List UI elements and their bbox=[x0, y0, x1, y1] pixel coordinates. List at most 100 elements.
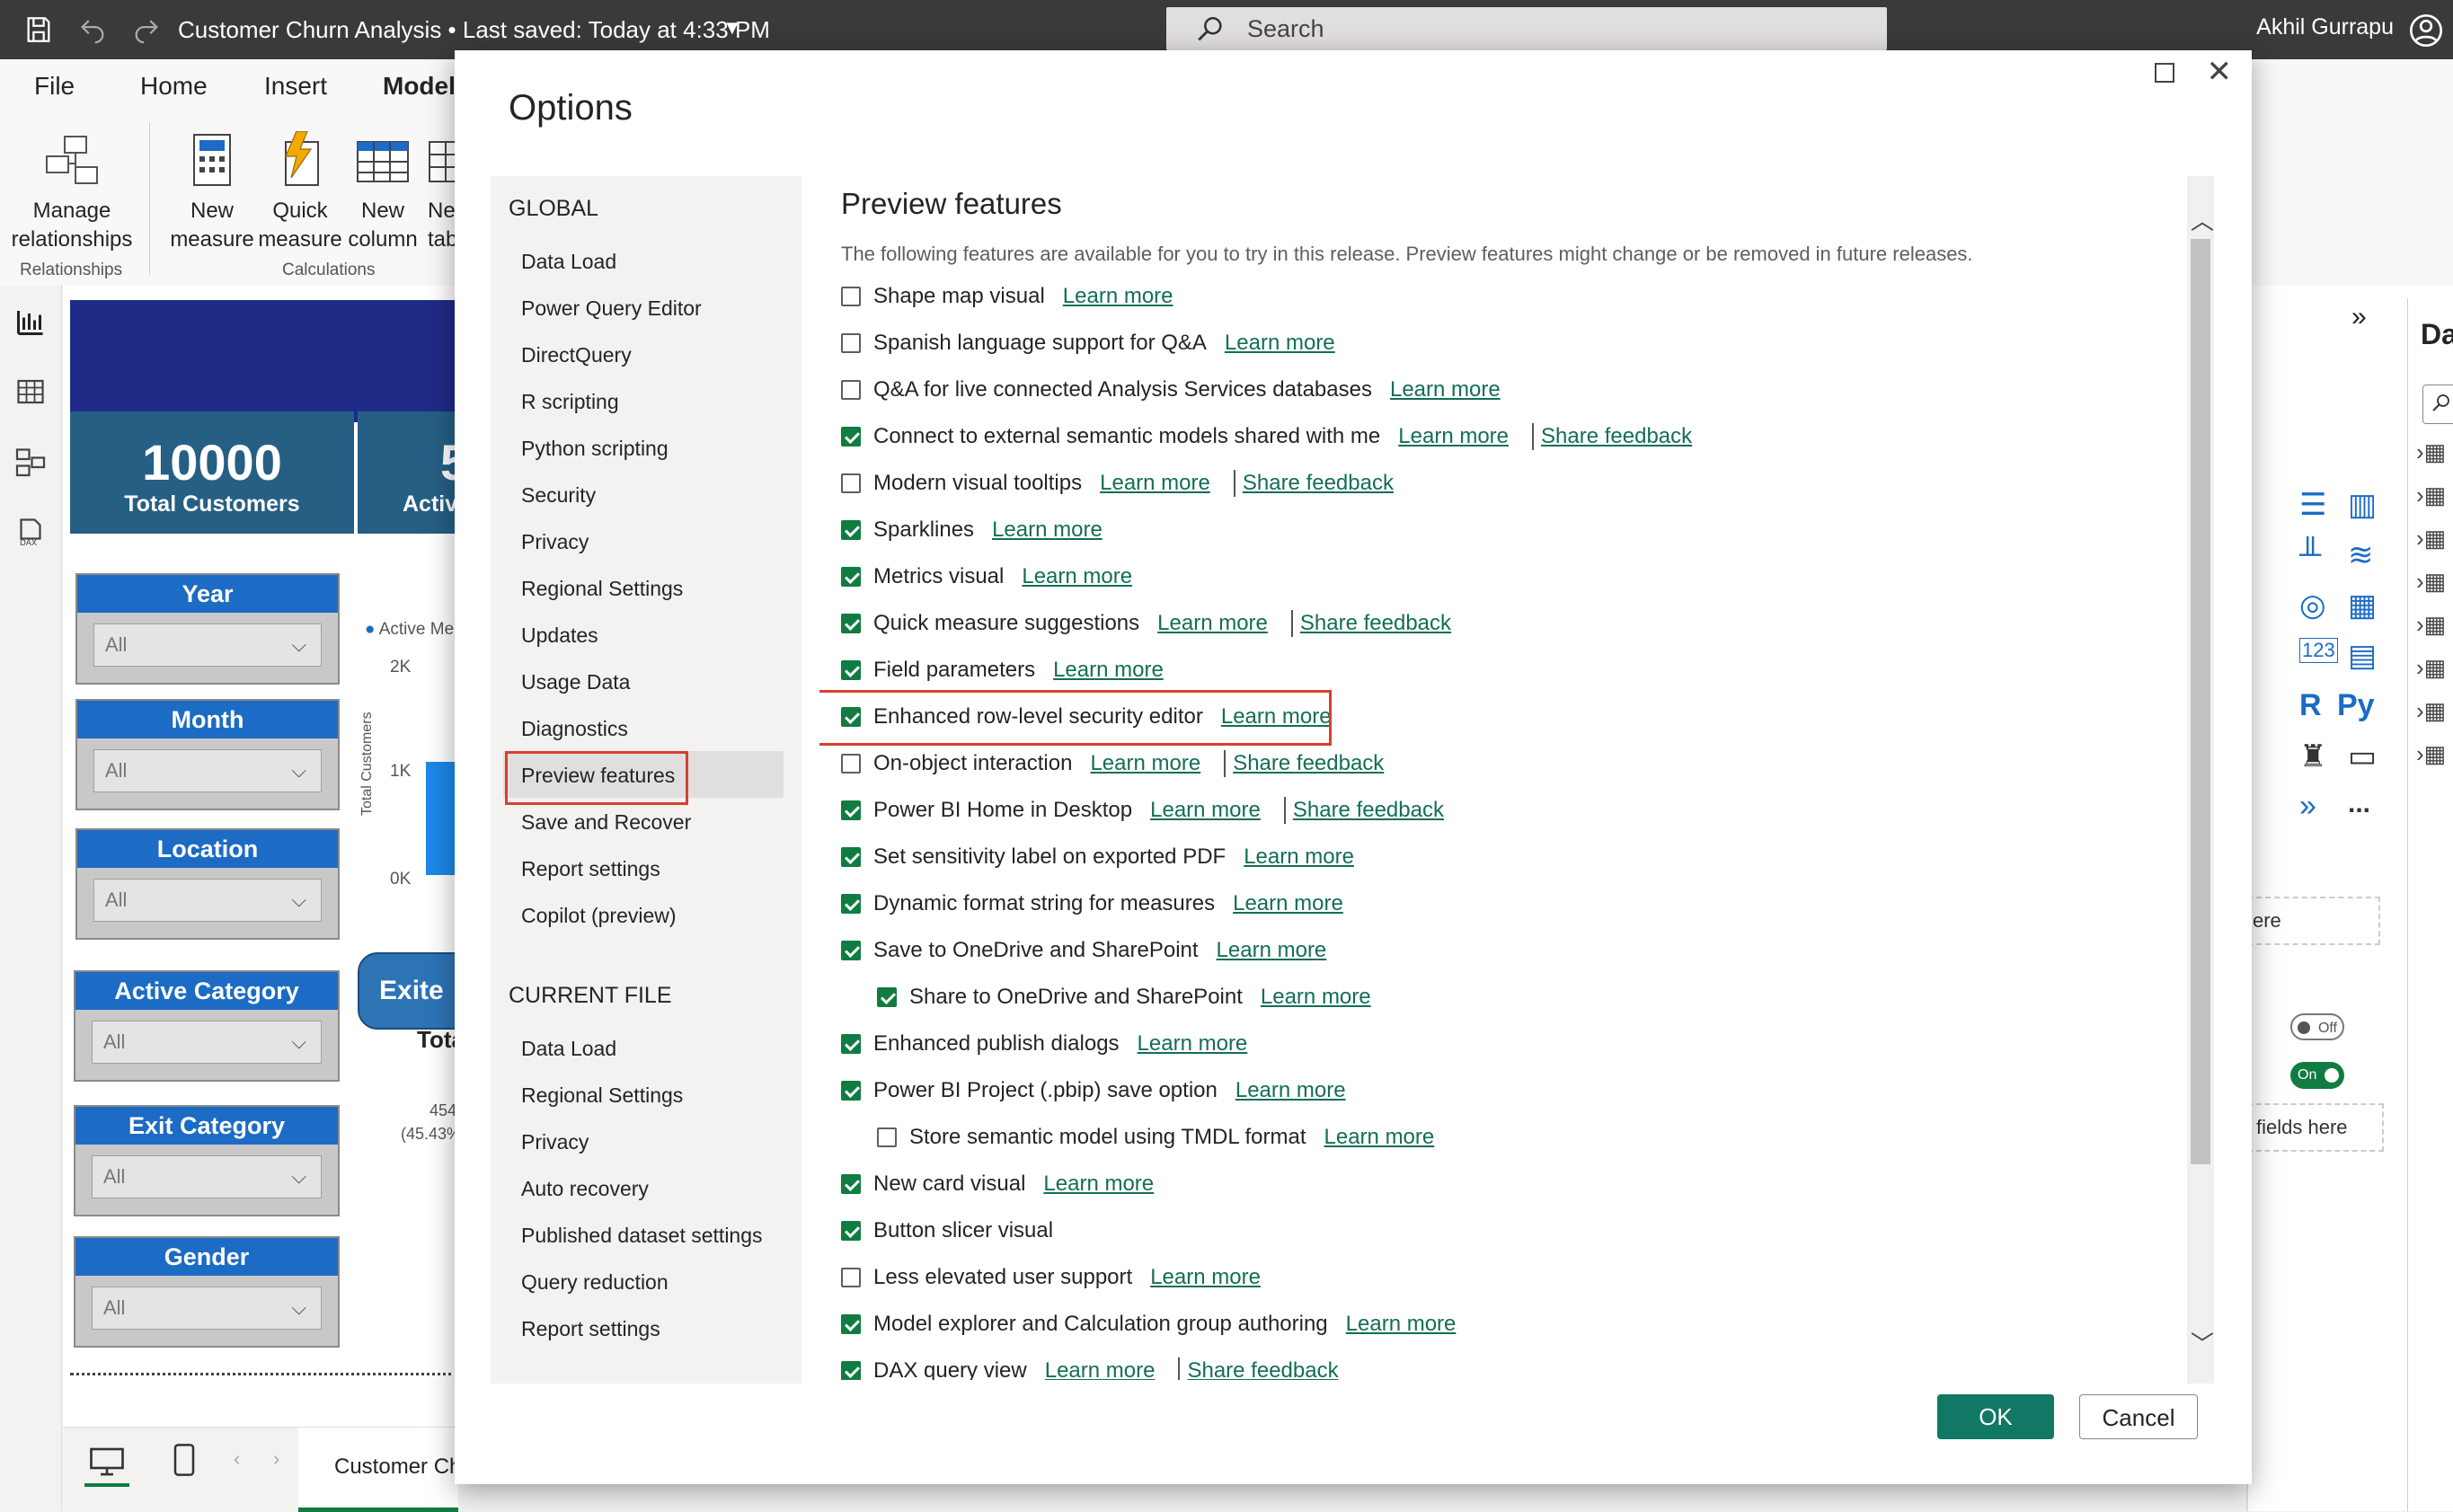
learn-more-link[interactable]: Learn more bbox=[1217, 938, 1327, 963]
nav-item-python-scripting[interactable]: Python scripting bbox=[521, 437, 669, 461]
feature-checkbox[interactable] bbox=[841, 1361, 861, 1380]
learn-more-link[interactable]: Learn more bbox=[1233, 891, 1343, 916]
learn-more-link[interactable]: Learn more bbox=[1225, 331, 1335, 356]
nav-item-power-query-editor[interactable]: Power Query Editor bbox=[521, 296, 702, 321]
scrollbar-track[interactable]: ︿ ﹀ bbox=[2187, 176, 2214, 1384]
feature-checkbox[interactable] bbox=[841, 567, 861, 587]
feature-label[interactable]: Set sensitivity label on exported PDF bbox=[873, 844, 1226, 870]
feature-label[interactable]: Dynamic format string for measures bbox=[873, 891, 1215, 916]
feature-label[interactable]: On-object interaction bbox=[873, 751, 1072, 776]
nav-item-directquery[interactable]: DirectQuery bbox=[521, 343, 632, 367]
expand-table-icon[interactable]: ›▦ bbox=[2416, 654, 2446, 682]
feature-checkbox[interactable] bbox=[841, 941, 861, 960]
ribbon-chart-icon[interactable]: ≋ bbox=[2348, 537, 2374, 573]
nav-item-copilot[interactable]: Copilot (preview) bbox=[521, 904, 677, 928]
card-icon[interactable]: 123 bbox=[2299, 638, 2338, 663]
share-feedback-link[interactable]: Share feedback bbox=[1233, 751, 1384, 776]
nav-item-save-and-recover[interactable]: Save and Recover bbox=[521, 810, 691, 835]
redo-icon[interactable] bbox=[131, 14, 162, 45]
learn-more-link[interactable]: Learn more bbox=[992, 517, 1103, 543]
tab-insert[interactable]: Insert bbox=[264, 72, 327, 101]
nav-item-data-load[interactable]: Data Load bbox=[521, 250, 616, 274]
stacked-bar-icon[interactable]: ☰ bbox=[2299, 487, 2326, 523]
dax-query-view-icon[interactable]: DAX bbox=[14, 516, 47, 548]
table-view-icon[interactable] bbox=[14, 376, 47, 408]
feature-label[interactable]: DAX query view bbox=[873, 1358, 1027, 1380]
nav-item-cf-query-reduction[interactable]: Query reduction bbox=[521, 1270, 669, 1295]
donut-icon[interactable]: ◎ bbox=[2299, 588, 2326, 623]
account-icon[interactable] bbox=[2408, 13, 2444, 49]
search-input[interactable]: Search bbox=[1247, 15, 1324, 43]
feature-label[interactable]: Field parameters bbox=[873, 658, 1035, 683]
share-feedback-link[interactable]: Share feedback bbox=[1293, 798, 1444, 823]
nav-item-privacy[interactable]: Privacy bbox=[521, 530, 589, 554]
slicer-exit-category[interactable]: Exit Category All ⌵ bbox=[74, 1105, 340, 1216]
feature-checkbox[interactable] bbox=[841, 1268, 861, 1287]
power-automate-icon[interactable]: » bbox=[2299, 789, 2316, 824]
nav-item-cf-regional-settings[interactable]: Regional Settings bbox=[521, 1083, 683, 1108]
slicer-year[interactable]: Year All ⌵ bbox=[75, 573, 340, 685]
nav-item-security[interactable]: Security bbox=[521, 483, 596, 508]
feature-checkbox[interactable] bbox=[841, 754, 861, 774]
collapse-pane-icon[interactable]: » bbox=[2351, 302, 2367, 332]
share-feedback-link[interactable]: Share feedback bbox=[1243, 471, 1394, 496]
feature-label[interactable]: Shape map visual bbox=[873, 284, 1045, 309]
feature-label[interactable]: Store semantic model using TMDL format bbox=[909, 1125, 1306, 1150]
nav-item-cf-report-settings[interactable]: Report settings bbox=[521, 1317, 660, 1341]
slicer-dropdown[interactable]: All ⌵ bbox=[92, 1287, 322, 1330]
slicer-location[interactable]: Location All ⌵ bbox=[75, 828, 340, 940]
nav-item-usage-data[interactable]: Usage Data bbox=[521, 670, 630, 694]
feature-checkbox[interactable] bbox=[841, 427, 861, 447]
python-visual-icon[interactable]: Py bbox=[2337, 688, 2375, 723]
nav-item-cf-data-load[interactable]: Data Load bbox=[521, 1037, 616, 1061]
feature-checkbox[interactable] bbox=[841, 1081, 861, 1101]
expand-table-icon[interactable]: ›▦ bbox=[2416, 740, 2446, 768]
nav-item-r-scripting[interactable]: R scripting bbox=[521, 390, 619, 414]
feature-label[interactable]: Quick measure suggestions bbox=[873, 611, 1139, 636]
model-view-icon[interactable] bbox=[14, 446, 47, 478]
ok-button[interactable]: OK bbox=[1937, 1394, 2054, 1439]
feature-checkbox[interactable] bbox=[877, 1127, 897, 1147]
more-visuals-icon[interactable]: ... bbox=[2348, 789, 2370, 819]
expand-table-icon[interactable]: ›▦ bbox=[2416, 697, 2446, 725]
window-title[interactable]: Customer Churn Analysis • Last saved: To… bbox=[178, 16, 770, 44]
learn-more-link[interactable]: Learn more bbox=[1063, 284, 1173, 309]
feature-label[interactable]: Spanish language support for Q&A bbox=[873, 331, 1207, 356]
tab-home[interactable]: Home bbox=[140, 72, 208, 101]
nav-item-cf-published-dataset-settings[interactable]: Published dataset settings bbox=[521, 1224, 763, 1248]
feature-checkbox[interactable] bbox=[841, 1221, 861, 1241]
share-feedback-link[interactable]: Share feedback bbox=[1187, 1358, 1338, 1380]
slicer-dropdown[interactable]: All ⌵ bbox=[92, 1021, 322, 1064]
tab-file[interactable]: File bbox=[34, 72, 75, 101]
feature-label[interactable]: Less elevated user support bbox=[873, 1265, 1132, 1290]
tab-model[interactable]: Model bbox=[383, 72, 456, 101]
expand-table-icon[interactable]: ›▦ bbox=[2416, 438, 2446, 466]
expand-table-icon[interactable]: ›▦ bbox=[2416, 482, 2446, 509]
feature-checkbox[interactable] bbox=[877, 987, 897, 1007]
feature-label[interactable]: Modern visual tooltips bbox=[873, 471, 1082, 496]
learn-more-link[interactable]: Learn more bbox=[1090, 751, 1200, 776]
scrollbar-thumb[interactable] bbox=[2191, 239, 2210, 1164]
feature-checkbox[interactable] bbox=[841, 1034, 861, 1054]
slicer-gender[interactable]: Gender All ⌵ bbox=[74, 1236, 340, 1348]
quick-measure-button[interactable]: Quick measure bbox=[255, 130, 345, 254]
scroll-up-icon[interactable]: ︿ bbox=[2191, 203, 2214, 236]
nav-item-report-settings[interactable]: Report settings bbox=[521, 857, 660, 881]
data-search-input[interactable] bbox=[2422, 385, 2453, 424]
slicer-month[interactable]: Month All ⌵ bbox=[75, 699, 340, 810]
user-name[interactable]: Akhil Gurrapu bbox=[2256, 14, 2394, 40]
learn-more-link[interactable]: Learn more bbox=[1100, 471, 1210, 496]
feature-label[interactable]: Share to OneDrive and SharePoint bbox=[909, 985, 1243, 1010]
multi-row-card-icon[interactable]: ▤ bbox=[2348, 638, 2377, 674]
toggle-off[interactable]: Off bbox=[2290, 1013, 2344, 1040]
feature-label[interactable]: Save to OneDrive and SharePoint bbox=[873, 938, 1199, 963]
learn-more-link[interactable]: Learn more bbox=[1150, 1265, 1261, 1290]
learn-more-link[interactable]: Learn more bbox=[1022, 564, 1132, 589]
r-visual-icon[interactable]: R bbox=[2299, 688, 2322, 723]
feature-label[interactable]: Power BI Project (.pbip) save option bbox=[873, 1078, 1218, 1103]
mobile-layout-icon[interactable] bbox=[171, 1442, 198, 1478]
feature-label[interactable]: Sparklines bbox=[873, 517, 974, 543]
learn-more-link[interactable]: Learn more bbox=[1346, 1312, 1457, 1337]
line-column-icon[interactable]: ╨ bbox=[2299, 537, 2321, 572]
share-feedback-link[interactable]: Share feedback bbox=[1541, 424, 1692, 449]
